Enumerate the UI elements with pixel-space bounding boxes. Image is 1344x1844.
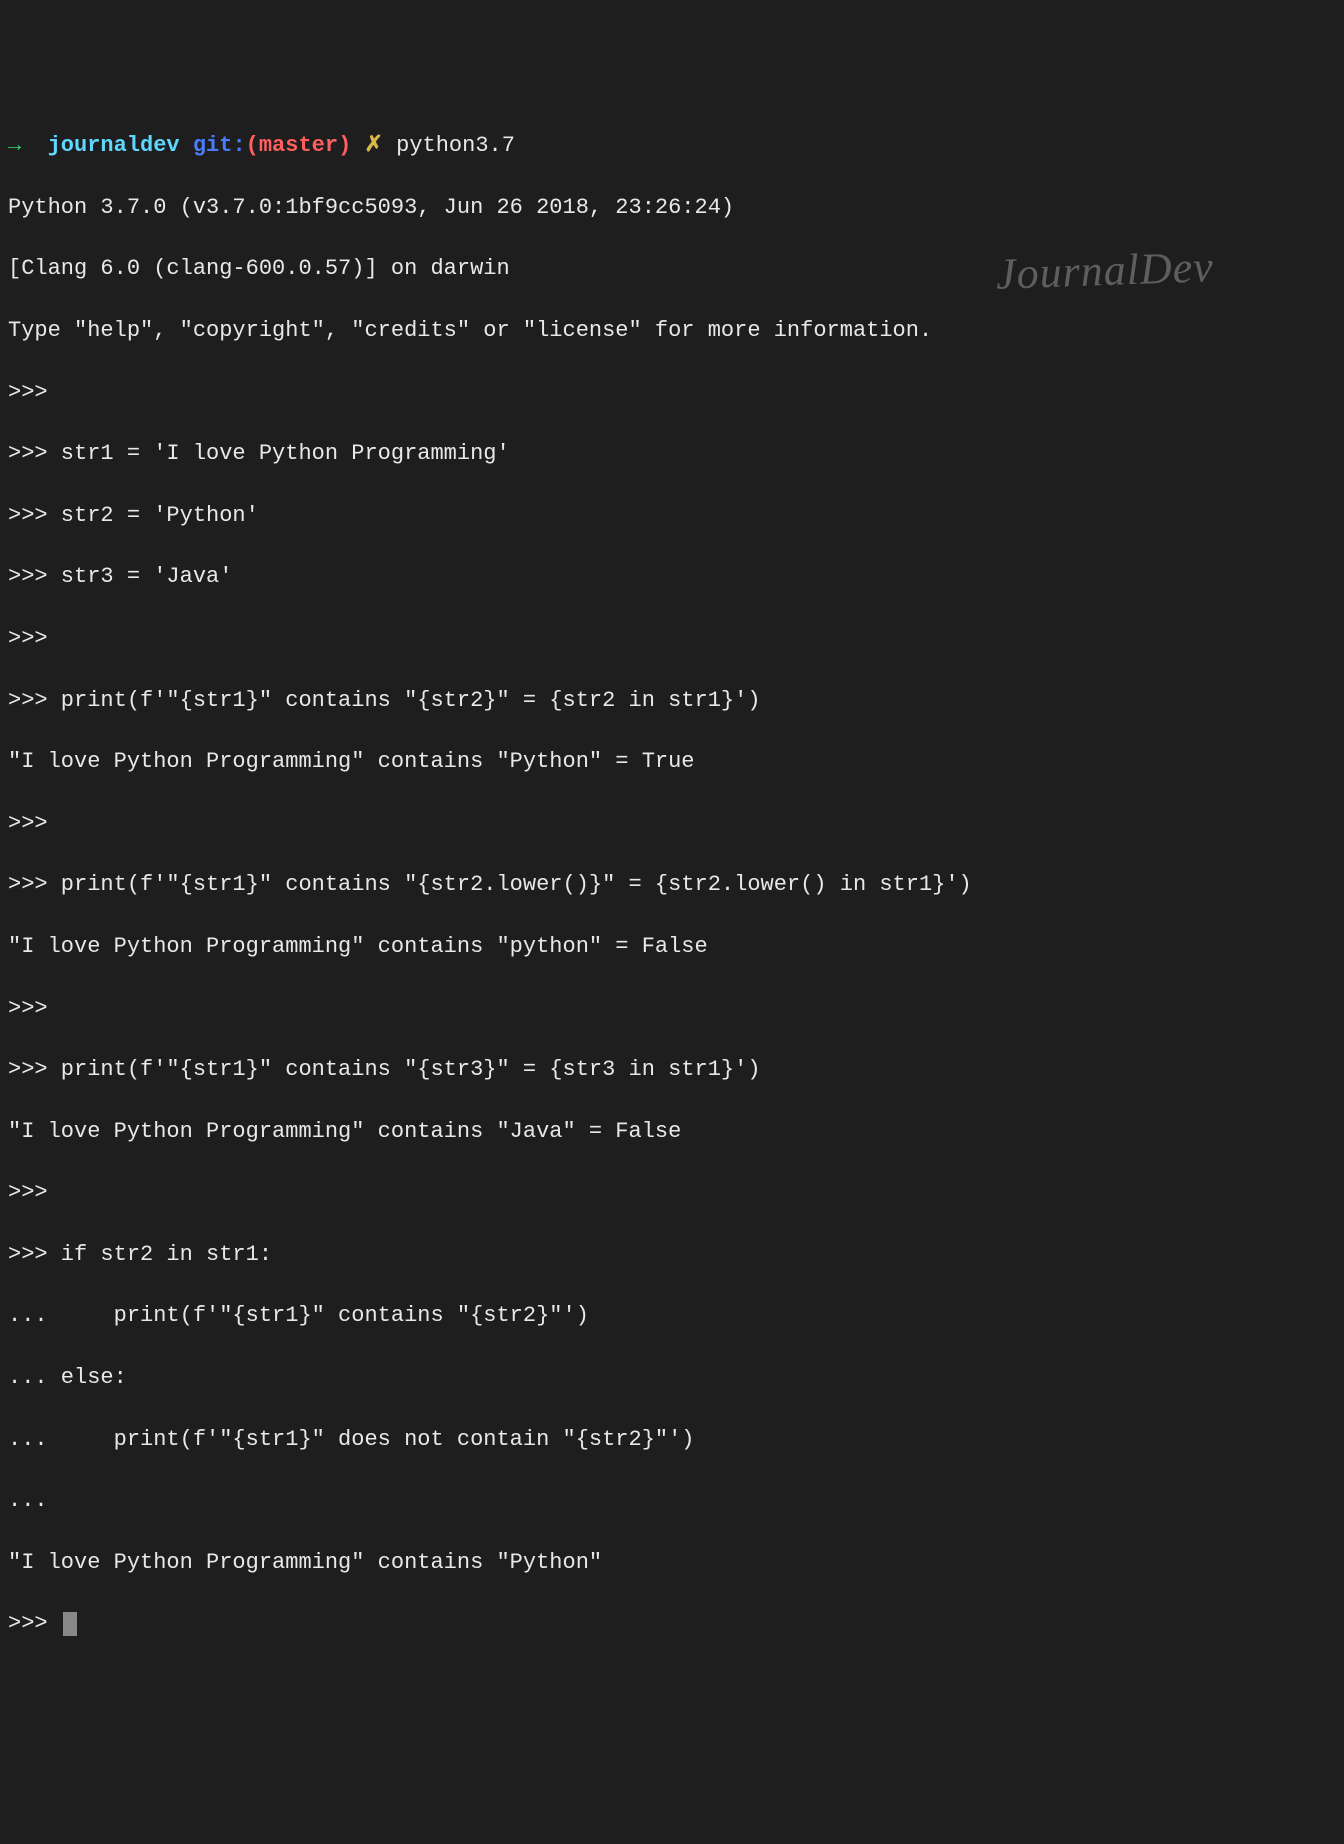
- cursor-icon: [63, 1612, 77, 1636]
- repl-prompt: >>>: [8, 809, 1336, 840]
- terminal-output: Python 3.7.0 (v3.7.0:1bf9cc5093, Jun 26 …: [8, 193, 1336, 224]
- repl-prompt: >>>: [8, 624, 1336, 655]
- repl-output: "I love Python Programming" contains "Ja…: [8, 1117, 1336, 1148]
- repl-continuation: ... print(f'"{str1}" contains "{str2}"'): [8, 1301, 1336, 1332]
- terminal-output: [Clang 6.0 (clang-600.0.57)] on darwin: [8, 254, 1336, 285]
- terminal-output: Type "help", "copyright", "credits" or "…: [8, 316, 1336, 347]
- prompt-dirty-icon: ✗: [364, 133, 382, 158]
- repl-input: >>> if str2 in str1:: [8, 1240, 1336, 1271]
- shell-prompt-line: → journaldev git:(master) ✗ python3.7: [8, 131, 1336, 162]
- repl-input: >>> print(f'"{str1}" contains "{str3}" =…: [8, 1055, 1336, 1086]
- repl-input: >>> print(f'"{str1}" contains "{str2.low…: [8, 870, 1336, 901]
- repl-prompt: >>>: [8, 1178, 1336, 1209]
- repl-input: >>> print(f'"{str1}" contains "{str2}" =…: [8, 686, 1336, 717]
- repl-prompt: >>>: [8, 378, 1336, 409]
- repl-continuation: ... print(f'"{str1}" does not contain "{…: [8, 1425, 1336, 1456]
- repl-output: "I love Python Programming" contains "Py…: [8, 747, 1336, 778]
- prompt-arrow-icon: →: [8, 133, 21, 158]
- prompt-branch: (master): [246, 133, 352, 158]
- repl-active-prompt[interactable]: >>>: [8, 1609, 1336, 1640]
- repl-continuation: ... else:: [8, 1363, 1336, 1394]
- prompt-command: python3.7: [396, 133, 515, 158]
- repl-input: >>> str3 = 'Java': [8, 562, 1336, 593]
- prompt-git-label: git:: [193, 133, 246, 158]
- repl-continuation: ...: [8, 1486, 1336, 1517]
- prompt-dir: journaldev: [48, 133, 180, 158]
- repl-prompt: >>>: [8, 994, 1336, 1025]
- repl-output: "I love Python Programming" contains "py…: [8, 932, 1336, 963]
- repl-prompt-text: >>>: [8, 1611, 61, 1636]
- repl-input: >>> str2 = 'Python': [8, 501, 1336, 532]
- repl-output: "I love Python Programming" contains "Py…: [8, 1548, 1336, 1579]
- repl-input: >>> str1 = 'I love Python Programming': [8, 439, 1336, 470]
